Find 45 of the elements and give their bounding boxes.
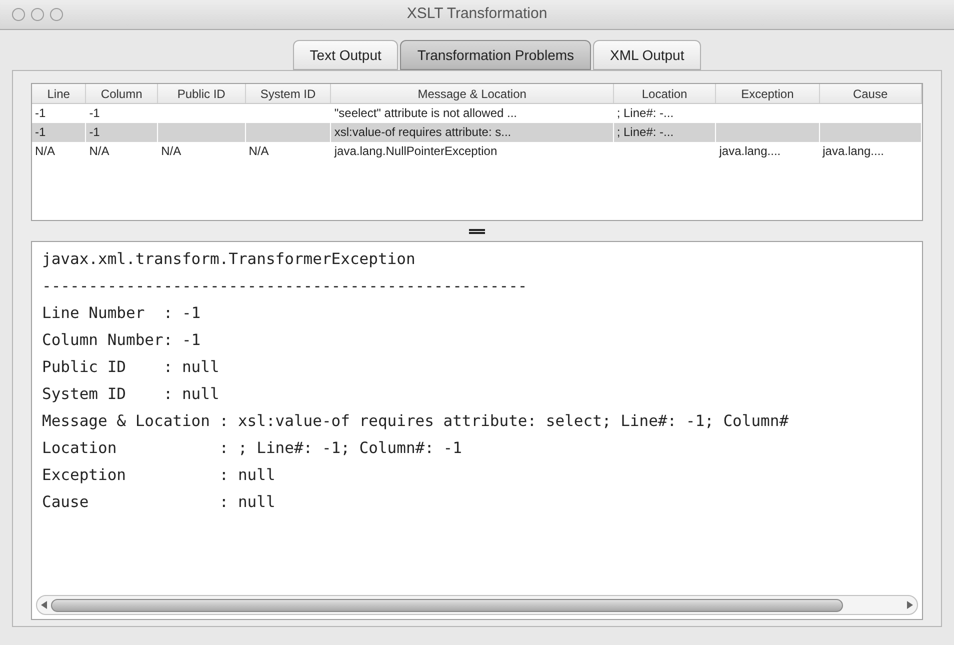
detail-line: Exception : null <box>42 465 276 486</box>
table-cell: java.lang.... <box>719 144 781 158</box>
table-cell: ; Line#: -... <box>616 125 674 139</box>
detail-line: Public ID : null <box>42 357 220 378</box>
tab[interactable]: Transformation Problems <box>400 40 592 70</box>
table-cell: -1 <box>35 106 46 120</box>
table-cell: N/A <box>161 144 182 158</box>
column-header[interactable]: Column <box>86 84 158 103</box>
column-header[interactable]: Public ID <box>158 84 246 103</box>
column-header[interactable]: Line <box>32 84 86 103</box>
table-cell: xsl:value-of requires attribute: s... <box>334 125 512 139</box>
tab[interactable]: Text Output <box>292 40 398 70</box>
table-cell: java.lang.NullPointerException <box>334 144 498 158</box>
column-header[interactable]: Location <box>614 84 716 103</box>
scroll-right-arrow-icon[interactable] <box>907 601 913 609</box>
detail-line: System ID : null <box>42 384 220 405</box>
window-title: XSLT Transformation <box>406 4 548 24</box>
column-header[interactable]: System ID <box>246 84 332 103</box>
scrollbar-thumb[interactable] <box>51 598 843 612</box>
horizontal-scrollbar[interactable] <box>36 595 918 615</box>
table-cell: -1 <box>35 125 46 139</box>
table-cell: -1 <box>89 106 100 120</box>
detail-line: javax.xml.transform.TransformerException <box>42 249 416 270</box>
table-cell: N/A <box>248 144 269 158</box>
detail-line: Line Number : -1 <box>42 303 201 324</box>
window-control-icon[interactable] <box>12 8 25 21</box>
tab[interactable]: XML Output <box>593 40 702 70</box>
detail-line: Location : ; Line#: -1; Column#: -1 <box>42 438 462 459</box>
table-row[interactable]: -1 -1 xsl:value-of requires attribute: s... ; Line#: -... <box>32 123 922 142</box>
column-header[interactable]: Exception <box>716 84 820 103</box>
table-cell: "seelect" attribute is not allowed ... <box>334 106 518 120</box>
window-control-icon[interactable] <box>50 8 63 21</box>
detail-line: Cause : null <box>42 492 276 513</box>
table-cell: -1 <box>89 125 100 139</box>
table-cell: java.lang.... <box>822 144 884 158</box>
table-cell: N/A <box>35 144 56 158</box>
detail-line: Column Number: -1 <box>42 330 201 351</box>
detail-line: ---------------------------------------------------- <box>42 276 528 297</box>
window-control-icon[interactable] <box>31 8 44 21</box>
splitter-handle-icon[interactable] <box>469 228 485 234</box>
column-header[interactable]: Message & Location <box>331 84 614 103</box>
detail-line: Message & Location : xsl:value-of requires attribute: select; Line#: -1; Column# <box>42 411 789 432</box>
table-cell: ; Line#: -... <box>616 106 674 120</box>
table-cell: N/A <box>89 144 110 158</box>
column-header[interactable]: Cause <box>820 84 922 103</box>
